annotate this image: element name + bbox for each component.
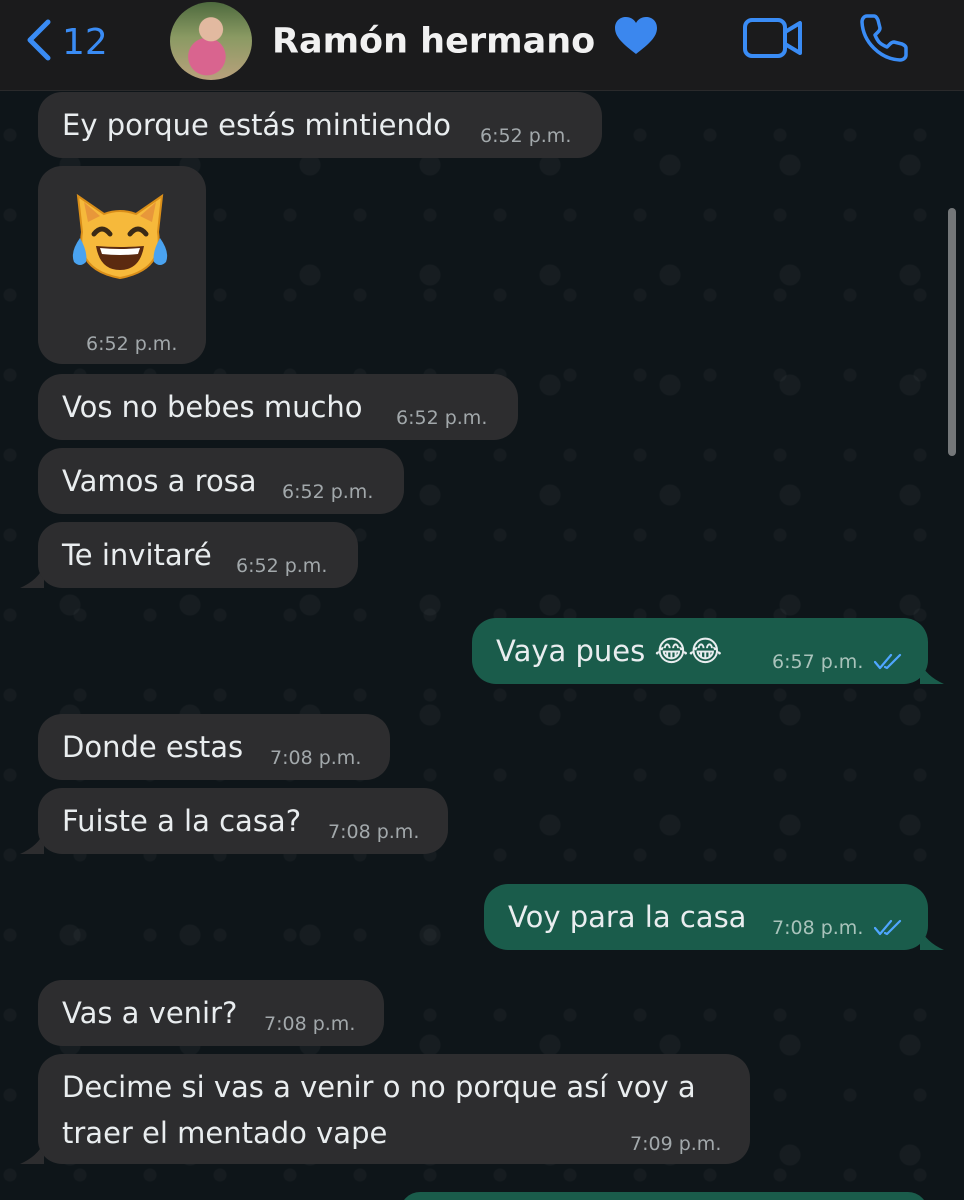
message-text: Te invitaré bbox=[62, 538, 212, 572]
double-check-read-icon bbox=[874, 919, 902, 936]
message-bubble-outgoing[interactable]: Voy para la casa 7:08 p.m. bbox=[484, 884, 928, 950]
message-text: Donde estas bbox=[62, 730, 244, 764]
cat-with-tears-of-joy-icon bbox=[68, 192, 172, 284]
message-bubble-incoming[interactable]: Te invitaré 6:52 p.m. bbox=[38, 522, 358, 588]
message-time: 6:57 p.m. bbox=[772, 651, 864, 673]
message-time: 6:52 p.m. bbox=[236, 555, 328, 577]
message-time: 7:08 p.m. bbox=[328, 821, 420, 843]
message-bubble-outgoing[interactable]: Vaya pues 😂😂 6:57 p.m. bbox=[472, 618, 928, 684]
contact-name[interactable]: Ramón hermano bbox=[272, 16, 659, 69]
message-time: 6:52 p.m. bbox=[282, 481, 374, 503]
voice-call-button[interactable] bbox=[858, 12, 910, 64]
phone-icon bbox=[858, 14, 910, 68]
message-text: Vaya pues 😂😂 bbox=[496, 634, 723, 668]
message-bubble-incoming[interactable]: Ey porque estás mintiendo 6:52 p.m. bbox=[38, 92, 602, 158]
message-time: 7:08 p.m. bbox=[772, 917, 864, 939]
message-text: Fuiste a la casa? bbox=[62, 804, 302, 838]
message-bubble-incoming[interactable]: Decime si vas a venir o no porque así vo… bbox=[38, 1054, 750, 1164]
message-text: Vamos a rosa bbox=[62, 464, 257, 498]
message-text: Decime si vas a venir o no porque así vo… bbox=[62, 1070, 696, 1150]
message-time: 7:08 p.m. bbox=[264, 1013, 356, 1035]
message-time: 7:09 p.m. bbox=[630, 1133, 722, 1155]
double-check-read-icon bbox=[874, 653, 902, 670]
message-time: 6:52 p.m. bbox=[480, 125, 572, 147]
message-bubble-incoming[interactable]: Donde estas 7:08 p.m. bbox=[38, 714, 390, 780]
chevron-left-icon bbox=[24, 18, 52, 66]
message-bubble-incoming[interactable]: Vamos a rosa 6:52 p.m. bbox=[38, 448, 404, 514]
avatar[interactable] bbox=[170, 2, 252, 80]
back-button[interactable]: 12 bbox=[24, 12, 108, 72]
unread-count: 12 bbox=[62, 21, 108, 63]
message-bubble-emoji[interactable]: 6:52 p.m. bbox=[38, 166, 206, 364]
message-text: Vas a venir? bbox=[62, 996, 238, 1030]
message-time: 6:52 p.m. bbox=[86, 333, 178, 355]
message-text: Voy para la casa bbox=[508, 900, 747, 934]
chat-screen: 12 Ramón hermano Ey porque estás mintien… bbox=[0, 0, 964, 1200]
message-time: 6:52 p.m. bbox=[396, 407, 488, 429]
chat-header: 12 Ramón hermano bbox=[0, 0, 964, 91]
message-bubble-incoming[interactable]: Fuiste a la casa? 7:08 p.m. bbox=[38, 788, 448, 854]
video-call-button[interactable] bbox=[742, 16, 804, 60]
blue-heart-icon bbox=[613, 16, 659, 69]
message-text: Vos no bebes mucho bbox=[62, 390, 363, 424]
message-text: Ey porque estás mintiendo bbox=[62, 108, 452, 142]
message-bubble-incoming[interactable]: Vas a venir? 7:08 p.m. bbox=[38, 980, 384, 1046]
message-time: 7:08 p.m. bbox=[270, 747, 362, 769]
message-bubble-outgoing-partial[interactable] bbox=[400, 1192, 928, 1200]
scrollbar[interactable] bbox=[948, 208, 956, 456]
video-camera-icon bbox=[742, 18, 804, 64]
message-bubble-incoming[interactable]: Vos no bebes mucho 6:52 p.m. bbox=[38, 374, 518, 440]
contact-name-label: Ramón hermano bbox=[272, 21, 596, 62]
